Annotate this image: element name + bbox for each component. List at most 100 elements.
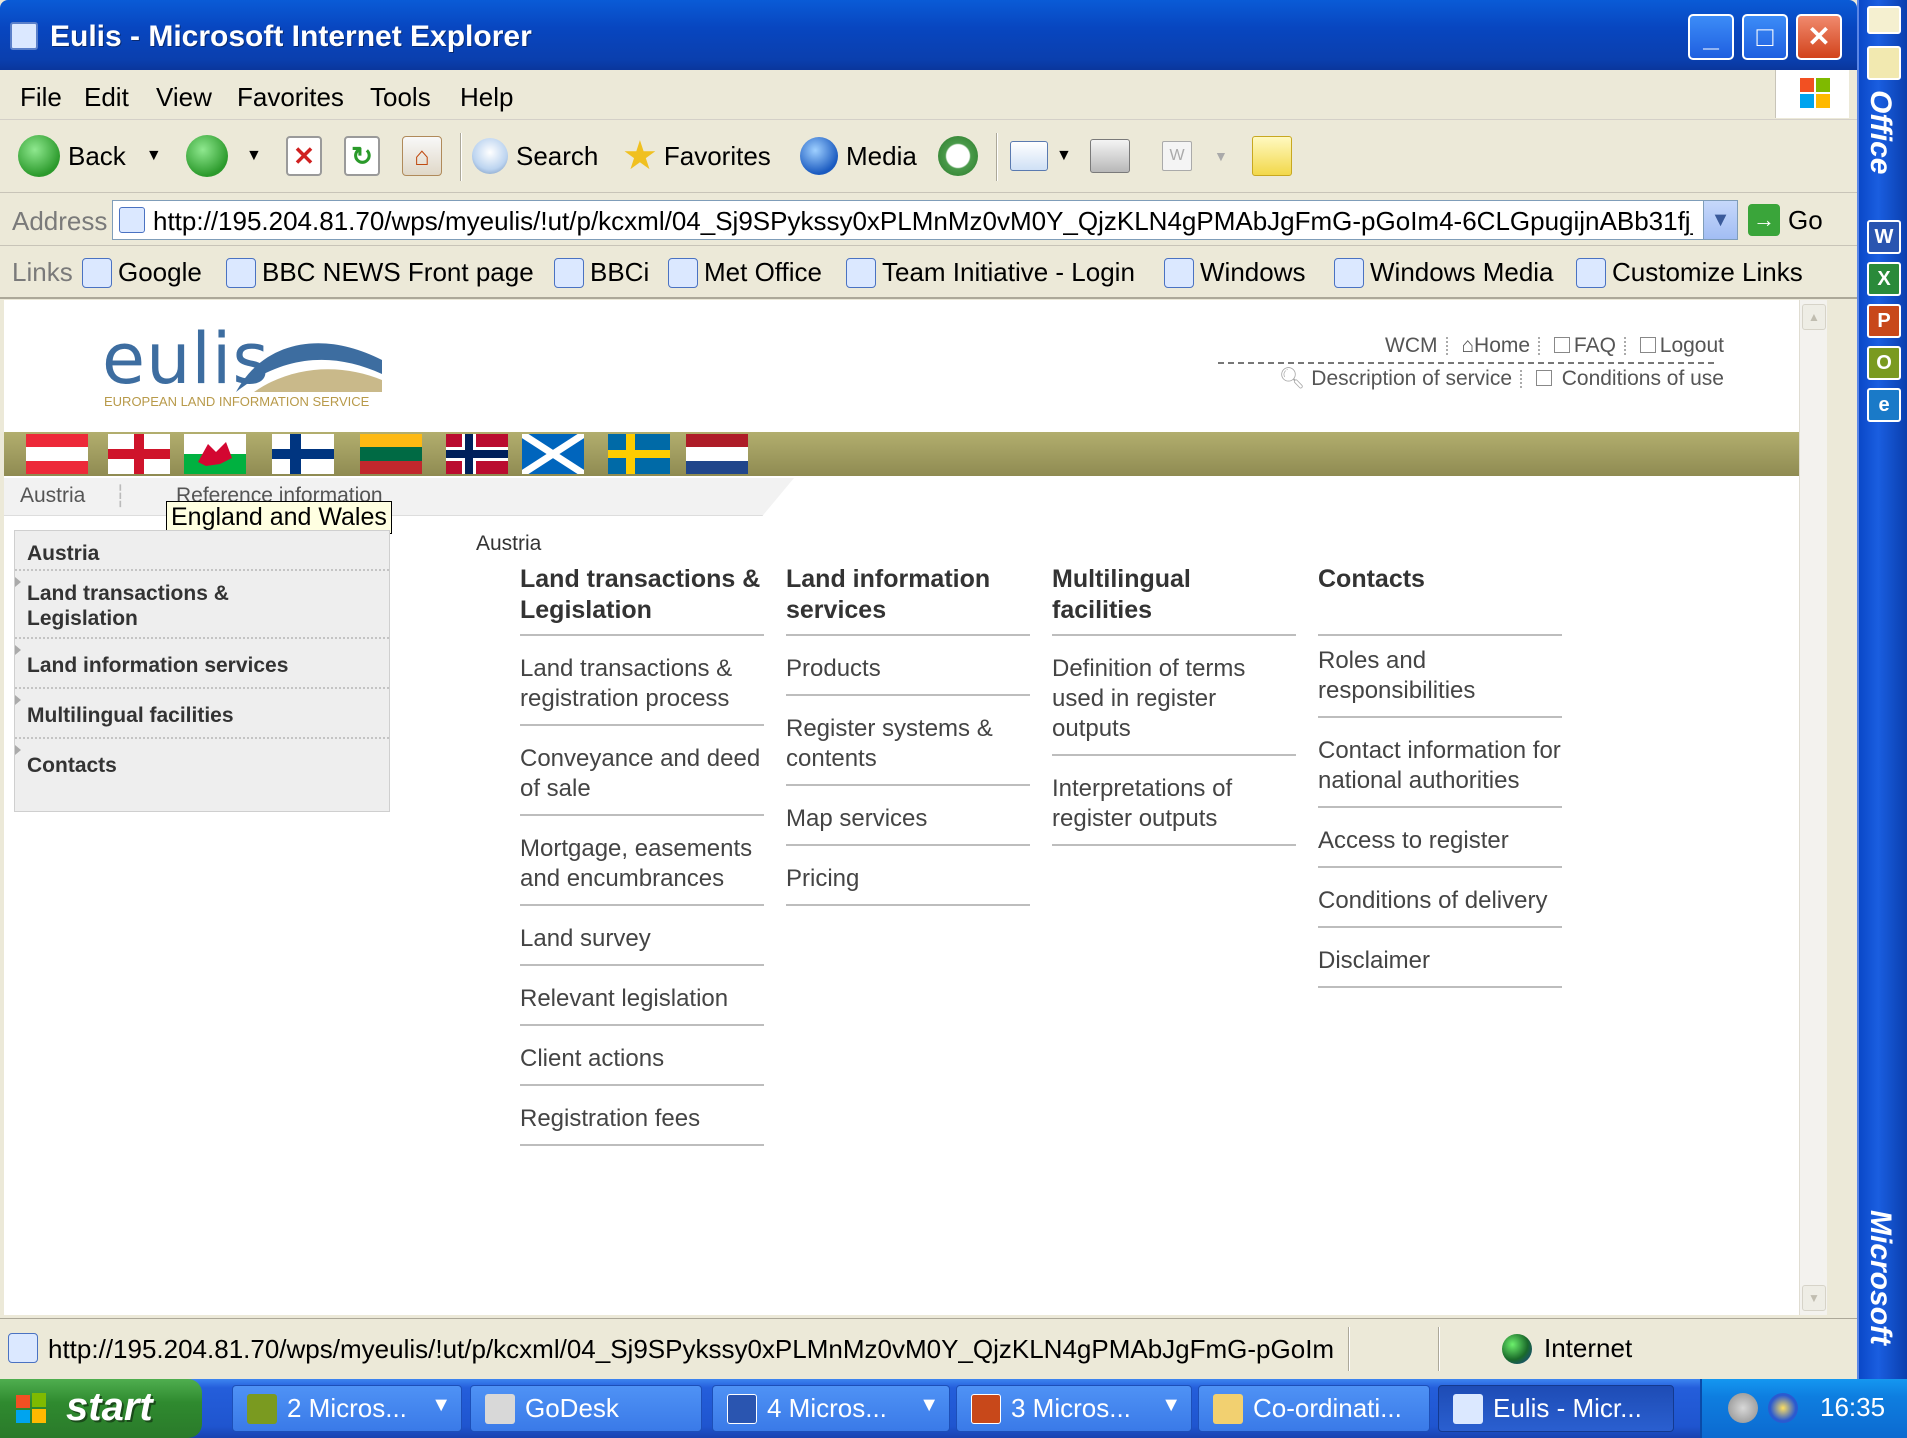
edit-dropdown-icon[interactable]: ▼ [1214,148,1228,164]
link-relevant-legislation[interactable]: Relevant legislation [520,966,764,1026]
title-bar[interactable]: Eulis - Microsoft Internet Explorer _ □ … [0,0,1857,70]
address-url[interactable]: http://195.204.81.70/wps/myeulis/!ut/p/k… [153,206,1693,237]
menu-help[interactable]: Help [460,82,513,113]
word-icon[interactable]: W [1867,220,1901,254]
link-google[interactable]: Google [82,257,202,288]
office-menu-icon[interactable] [1867,6,1901,34]
conditions-link[interactable]: Conditions of use [1535,367,1724,391]
link-customize[interactable]: Customize Links [1576,257,1803,288]
search-button[interactable]: Search [472,131,598,181]
tray-sync-icon[interactable] [1768,1393,1798,1423]
link-map-services[interactable]: Map services [786,786,1030,846]
menu-favorites[interactable]: Favorites [237,82,344,113]
link-pricing[interactable]: Pricing [786,846,1030,906]
link-definition-of-terms[interactable]: Definition of terms used in register out… [1052,636,1296,756]
task-powerpoint-group[interactable]: 3 Micros... ▼ [956,1385,1192,1432]
back-button[interactable]: Back ▼ [18,131,162,181]
office-label: Office [1864,90,1897,175]
scotland-flag-icon[interactable] [522,434,584,474]
minimize-button[interactable]: _ [1688,14,1734,60]
sweden-flag-icon[interactable] [608,434,670,474]
link-bbci[interactable]: BBCi [554,257,649,288]
link-mortgage[interactable]: Mortgage, easements and encumbrances [520,816,764,906]
link-roles[interactable]: Roles and responsibilities [1318,636,1562,718]
menu-file[interactable]: File [20,82,62,113]
link-conveyance[interactable]: Conveyance and deed of sale [520,726,764,816]
nav-item-austria[interactable]: Austria [15,531,389,571]
edit-button[interactable]: W ▼ [1162,131,1228,181]
link-land-survey[interactable]: Land survey [520,906,764,966]
column-contacts: Contacts Roles and responsibilities Cont… [1318,564,1562,988]
link-access-to-register[interactable]: Access to register [1318,808,1562,868]
link-registration-fees[interactable]: Registration fees [520,1086,764,1146]
nav-item-land-transactions[interactable]: Land transactions & Legislation [15,571,389,639]
home-link[interactable]: ⌂Home [1461,334,1530,358]
link-interpretations[interactable]: Interpretations of register outputs [1052,756,1296,846]
description-link[interactable]: 🔍︎ Description of service [1279,367,1512,391]
stop-button[interactable]: ✕ [286,131,330,181]
link-products[interactable]: Products [786,636,1030,696]
wales-flag-icon[interactable] [184,434,246,474]
link-windows[interactable]: Windows [1164,257,1305,288]
nav-item-multilingual[interactable]: Multilingual facilities [15,689,389,739]
task-eulis-ie[interactable]: Eulis - Micr... [1438,1385,1674,1432]
link-client-actions[interactable]: Client actions [520,1026,764,1086]
standard-toolbar: Back ▼ ▼ ✕ ↻ ⌂ Search ★ Favorites Media … [0,121,1857,193]
norway-flag-icon[interactable] [446,434,508,474]
link-contact-information[interactable]: Contact information for national authori… [1318,718,1562,808]
task-outlook-group[interactable]: 2 Micros... ▼ [232,1385,462,1432]
link-registration-process[interactable]: Land transactions & registration process [520,636,764,726]
link-conditions-of-delivery[interactable]: Conditions of delivery [1318,868,1562,928]
finland-flag-icon[interactable] [272,434,334,474]
office-new-icon[interactable] [1867,46,1901,80]
home-button[interactable]: ⌂ [402,131,450,181]
link-met-office[interactable]: Met Office [668,257,822,288]
address-input[interactable]: http://195.204.81.70/wps/myeulis/!ut/p/k… [112,200,1738,240]
wcm-link[interactable]: WCM [1385,334,1437,358]
vertical-scrollbar[interactable]: ▲ ▼ [1799,300,1827,1315]
maximize-button[interactable]: □ [1742,14,1788,60]
england-flag-icon[interactable] [108,434,170,474]
link-disclaimer[interactable]: Disclaimer [1318,928,1562,988]
messenger-button[interactable] [1252,131,1300,181]
faq-link[interactable]: FAQ [1553,334,1616,358]
menu-tools[interactable]: Tools [370,82,431,113]
tray-network-icon[interactable] [1728,1393,1758,1423]
task-word-group[interactable]: 4 Micros... ▼ [712,1385,950,1432]
task-godesk[interactable]: GoDesk [470,1385,702,1432]
nav-item-contacts[interactable]: Contacts [15,739,389,789]
scroll-down-icon[interactable]: ▼ [1802,1285,1826,1311]
internet-explorer-icon[interactable]: e [1867,388,1901,422]
print-button[interactable] [1090,131,1138,181]
austria-flag-icon[interactable] [26,434,88,474]
excel-icon[interactable]: X [1867,262,1901,296]
scroll-up-icon[interactable]: ▲ [1802,304,1826,330]
link-bbc-news[interactable]: BBC NEWS Front page [226,257,534,288]
breadcrumb-austria[interactable]: Austria [20,484,85,508]
address-dropdown-icon[interactable]: ▼ [1703,201,1737,239]
refresh-button[interactable]: ↻ [344,131,388,181]
favorites-button[interactable]: ★ Favorites [622,131,771,181]
menu-view[interactable]: View [156,82,212,113]
nav-item-land-information[interactable]: Land information services [15,639,389,689]
lithuania-flag-icon[interactable] [360,434,422,474]
powerpoint-icon[interactable]: P [1867,304,1901,338]
menu-edit[interactable]: Edit [84,82,129,113]
link-team-initiative[interactable]: Team Initiative - Login [846,257,1135,288]
netherlands-flag-icon[interactable] [686,434,748,474]
start-button[interactable]: start [0,1379,202,1438]
outlook-icon[interactable]: O [1867,346,1901,380]
back-dropdown-icon[interactable]: ▼ [146,147,162,165]
link-windows-media[interactable]: Windows Media [1334,257,1554,288]
close-button[interactable]: ✕ [1796,14,1842,60]
go-button[interactable]: → Go [1748,202,1823,238]
media-button[interactable]: Media [800,131,917,181]
forward-button[interactable]: ▼ [186,131,262,181]
history-button[interactable] [938,131,986,181]
link-register-systems[interactable]: Register systems & contents [786,696,1030,786]
logout-link[interactable]: Logout [1639,334,1724,358]
task-coordination-folder[interactable]: Co-ordinati... [1198,1385,1430,1432]
mail-button[interactable]: ▼ [1010,131,1072,181]
mail-dropdown-icon[interactable]: ▼ [1056,147,1072,165]
forward-dropdown-icon[interactable]: ▼ [246,147,262,165]
